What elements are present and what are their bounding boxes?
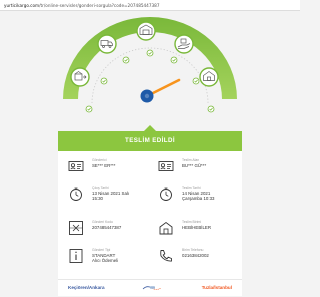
code-value: 207485447387 bbox=[92, 225, 122, 230]
sender-label: Gönderici bbox=[92, 158, 107, 162]
code-cell: Gönderi Kodu 207485447387 bbox=[62, 217, 150, 243]
phone-value[interactable]: 02163842002 bbox=[182, 253, 209, 258]
delivery-date-cell: Teslim Tarihi 14 Nisan 2021 Çarşamba 10:3… bbox=[152, 183, 240, 209]
sender-cell: Gönderici SE*** ER*** bbox=[62, 155, 150, 181]
url-path: /tr/online-servisler/gonderi-sorgula?cod… bbox=[39, 3, 160, 8]
delivery-label: Teslim Tarihi bbox=[182, 186, 201, 190]
info-icon bbox=[69, 249, 83, 263]
barcode-icon bbox=[69, 221, 83, 235]
recipient-cell: Teslim Alan BU*** GÜ*** bbox=[152, 155, 240, 181]
unit-value: HEBİHEBİLER bbox=[182, 225, 212, 230]
unit-label: Teslim Birimi bbox=[182, 220, 202, 224]
step-node-5 bbox=[199, 67, 219, 87]
status-banner: TESLİM EDİLDİ bbox=[58, 131, 242, 151]
departure-value: 13 Nisan 2021 Salı 15:30 bbox=[92, 191, 130, 202]
check-mark bbox=[85, 105, 93, 113]
receiver-card-icon bbox=[158, 161, 174, 171]
type-value: STANDART Alıcı Ödemeli bbox=[92, 253, 119, 264]
address-bar[interactable]: yurticikargo.com/tr/online-servisler/gon… bbox=[0, 0, 300, 11]
sender-value: SE*** ER*** bbox=[92, 163, 116, 168]
step-node-1 bbox=[70, 67, 90, 87]
recipient-label: Teslim Alan bbox=[182, 158, 200, 162]
check-mark bbox=[122, 56, 130, 64]
step-node-4 bbox=[174, 34, 194, 54]
route-to: Tuzla/İstanbul bbox=[201, 285, 232, 290]
car-route-icon bbox=[142, 286, 162, 290]
unit-cell: Teslim Birimi HEBİHEBİLER bbox=[152, 217, 240, 243]
departure-cell: Çıkış Tarihi 13 Nisan 2021 Salı 15:30 bbox=[62, 183, 150, 209]
check-mark bbox=[207, 105, 215, 113]
clock-icon bbox=[160, 187, 172, 201]
recipient-value: BU*** GÜ*** bbox=[182, 163, 207, 168]
phone-cell: Birim Telefonu 02163842002 bbox=[152, 245, 240, 271]
check-mark bbox=[146, 49, 154, 57]
check-mark bbox=[170, 56, 178, 64]
url-domain: yurticikargo.com bbox=[4, 3, 40, 8]
check-mark bbox=[192, 77, 200, 85]
delivery-value: 14 Nisan 2021 Çarşamba 10:33 bbox=[182, 191, 215, 202]
departure-label: Çıkış Tarihi bbox=[92, 186, 109, 190]
step-node-2 bbox=[97, 34, 117, 54]
phone-icon[interactable] bbox=[158, 248, 174, 264]
type-label: Gönderi Tipi bbox=[92, 248, 111, 252]
tracking-gauge bbox=[63, 17, 237, 113]
gauge-needle bbox=[140, 78, 181, 103]
branch-icon bbox=[159, 221, 173, 235]
delivery-card: TESLİM EDİLDİ Gönderici SE*** ER*** Tesl… bbox=[58, 125, 242, 297]
stopwatch-icon bbox=[70, 187, 82, 201]
sender-card-icon bbox=[68, 161, 84, 171]
route-bar: Keçiören/Ankara Tuzla/İstanbul bbox=[58, 279, 242, 297]
step-node-3 bbox=[136, 21, 156, 41]
type-cell: Gönderi Tipi STANDART Alıcı Ödemeli bbox=[62, 245, 150, 271]
check-mark bbox=[100, 77, 108, 85]
phone-label: Birim Telefonu bbox=[182, 248, 204, 252]
code-label: Gönderi Kodu bbox=[92, 220, 113, 224]
route-from: Keçiören/Ankara bbox=[68, 285, 105, 290]
